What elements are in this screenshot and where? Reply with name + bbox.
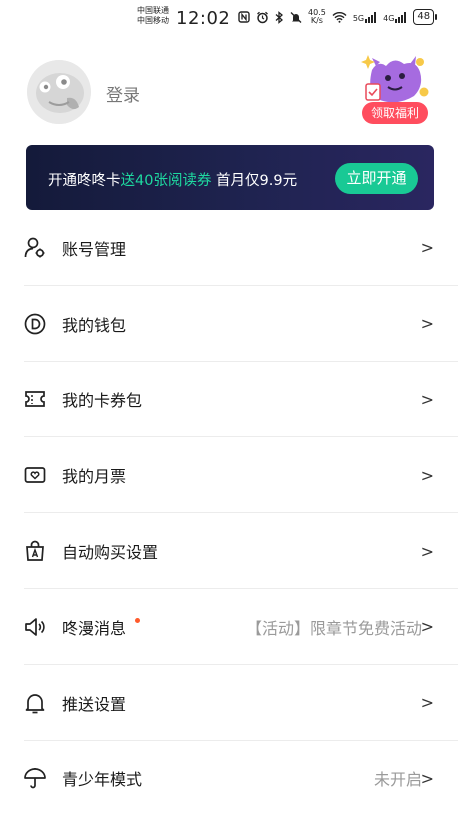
login-link[interactable]: 登录 [106,81,140,106]
menu-item-messages[interactable]: 咚漫消息 【活动】限章节免费活动 > [0,589,458,665]
chevron-right-icon: > [420,617,434,637]
chevron-right-icon: > [420,768,434,788]
carrier-info: 中国联通 中国移动 [137,6,169,26]
welfare-badge: 领取福利 [362,102,428,124]
menu-item-monthly-ticket[interactable]: 我的月票 > [0,437,458,513]
menu-item-label: 我的月票 [62,467,127,487]
coupon-icon [23,387,47,411]
signal-5g-label: 5G [352,13,365,23]
chevron-right-icon: > [420,238,434,258]
monthly-ticket-icon [23,463,47,487]
account-manage-icon [23,236,47,260]
chevron-right-icon: > [420,389,434,409]
menu-item-label: 我的钱包 [62,315,127,335]
status-clock: 12:02 [176,8,231,29]
menu-item-teen-mode[interactable]: 青少年模式 未开启 > [0,741,458,817]
alarm-icon [257,11,268,23]
menu-item-wallet[interactable]: 我的钱包 > [0,286,458,362]
signal-bars-icon [395,11,407,23]
status-bar: 中国联通 中国移动 12:02 40.5 K/s 5G 4G 48 [0,0,458,38]
carrier-2: 中国移动 [137,16,169,25]
net-speed-unit: K/s [310,16,323,25]
chevron-right-icon: > [420,314,434,334]
mute-icon [290,11,302,23]
chevron-right-icon: > [420,465,434,485]
speaker-icon [23,615,47,639]
avatar[interactable] [27,60,91,124]
auto-buy-icon [23,539,47,563]
menu-item-label: 推送设置 [62,694,127,714]
signal-4g: 4G [383,11,407,23]
menu-item-coupons[interactable]: 我的卡券包 > [0,362,458,438]
menu-item-value: 【活动】限章节免费活动 [245,618,422,638]
umbrella-icon [23,766,47,790]
status-icons: 40.5 K/s 5G 4G 48 [238,9,437,25]
wallet-icon [23,312,47,336]
chevron-right-icon: > [420,541,434,561]
menu-item-label: 青少年模式 [62,770,143,790]
menu-item-label: 我的卡券包 [62,391,143,411]
unread-dot [135,617,140,623]
bell-icon [23,691,47,715]
signal-4g-label: 4G [383,13,395,23]
nfc-icon [238,11,250,23]
vip-banner[interactable]: 开通咚咚卡送40张阅读券 首月仅9.9元 立即开通 [26,145,434,210]
welfare-button[interactable]: 领取福利 [358,52,436,126]
menu-item-value: 未开启 [373,770,422,790]
carrier-1: 中国联通 [137,6,169,15]
battery-indicator: 48 [413,9,437,25]
menu-item-account[interactable]: 账号管理 > [0,210,458,286]
menu-item-label: 咚漫消息 [62,618,127,638]
chevron-right-icon: > [420,693,434,713]
menu-item-label: 账号管理 [62,239,127,259]
vip-promo-text: 开通咚咚卡送40张阅读券 首月仅9.9元 [48,169,297,190]
menu-item-label: 自动购买设置 [62,543,159,563]
settings-menu: 账号管理 > 我的钱包 > 我的卡券包 > 我的月票 > 自动购买设置 > 咚漫 [0,210,458,816]
bluetooth-icon [275,10,283,24]
menu-item-push-settings[interactable]: 推送设置 > [0,665,458,741]
signal-bars-icon [365,11,377,23]
avatar-face-icon [27,60,91,124]
vip-open-button[interactable]: 立即开通 [335,163,418,194]
wifi-icon [332,12,347,23]
menu-item-auto-buy[interactable]: 自动购买设置 > [0,513,458,589]
vip-text-prefix: 开通咚咚卡 [48,173,121,189]
net-speed: 40.5 K/s [308,9,326,25]
vip-text-highlight: 送40张阅读券 [120,173,212,189]
signal-5g: 5G [352,11,377,23]
vip-text-suffix: 首月仅9.9元 [211,173,298,189]
